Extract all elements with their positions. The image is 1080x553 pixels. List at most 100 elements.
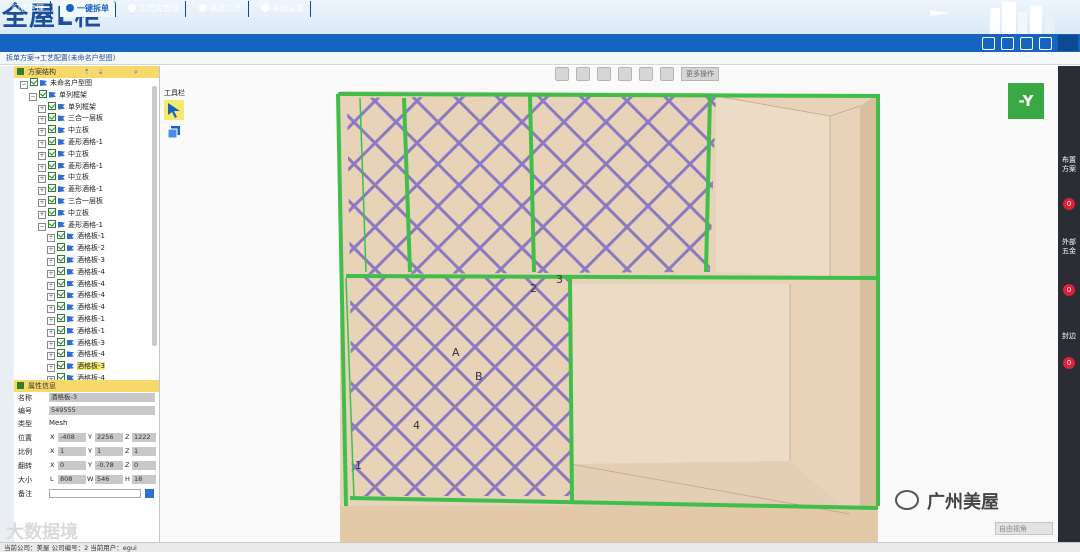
expand-toggle-icon[interactable]: + (47, 352, 55, 361)
tree-checkbox[interactable] (57, 337, 65, 346)
more-ops-dropdown[interactable]: 更多操作 (681, 67, 719, 81)
tree-checkbox[interactable] (48, 148, 56, 157)
tree-row[interactable]: + 三合一层板 (14, 113, 159, 125)
tree-checkbox[interactable] (57, 254, 65, 263)
expand-toggle-icon[interactable]: + (47, 340, 55, 349)
expand-toggle-icon[interactable]: + (38, 139, 46, 148)
expand-toggle-icon[interactable]: + (38, 151, 46, 160)
expand-toggle-icon[interactable]: + (38, 104, 46, 113)
tree-row[interactable]: + 酒格板-4 (14, 372, 159, 380)
tree-row[interactable]: + 中立板 (14, 125, 159, 137)
pos-z-field[interactable]: 1222 (132, 433, 156, 442)
tree-checkbox[interactable] (48, 184, 56, 193)
tree-checkbox[interactable] (39, 89, 47, 98)
document-icon[interactable] (982, 37, 995, 50)
tree-checkbox[interactable] (48, 113, 56, 122)
scale-x-field[interactable]: 1 (58, 447, 86, 456)
tree-row[interactable]: + 中立板 (14, 172, 159, 184)
tree-checkbox[interactable] (57, 349, 65, 358)
save-icon[interactable] (145, 489, 154, 498)
save-view-icon[interactable] (555, 67, 569, 81)
tree-row[interactable]: + 酒格板-3 (14, 361, 159, 373)
record-icon[interactable] (576, 67, 590, 81)
tree-checkbox[interactable] (48, 160, 56, 169)
layer-tool-button[interactable] (166, 124, 182, 140)
tree-row[interactable]: − 菱形酒格-1 (14, 219, 159, 232)
tree-checkbox[interactable] (48, 207, 56, 216)
tree-row[interactable]: + 三合一层板 (14, 195, 159, 208)
tree-row[interactable]: + 酒格板-4 (14, 302, 159, 314)
tree-row[interactable]: + 中立板 (14, 207, 159, 220)
pos-x-field[interactable]: -408 (58, 433, 86, 442)
collapse-icon[interactable]: ⇡ (84, 66, 90, 78)
tab-basic-process[interactable]: 基础工艺 (193, 1, 249, 17)
tree-row[interactable]: + 单列框架 (14, 101, 159, 114)
tree-row[interactable]: + 中立板 (14, 148, 159, 161)
collapse-toggle-icon[interactable]: − (38, 222, 46, 231)
expand-icon[interactable]: ⇣ (98, 66, 104, 78)
tree-row[interactable]: + 酒格板-1 (14, 231, 159, 243)
select-cursor-button[interactable] (164, 100, 184, 120)
expand-toggle-icon[interactable]: + (38, 175, 46, 184)
tree-checkbox[interactable] (57, 361, 65, 370)
note-input[interactable] (49, 489, 141, 498)
tree-checkbox[interactable] (57, 266, 65, 275)
tree-row[interactable]: + 酒格板-1 (14, 325, 159, 338)
tree-checkbox[interactable] (57, 290, 65, 299)
expand-toggle-icon[interactable]: + (47, 364, 55, 373)
tree-checkbox[interactable] (48, 125, 56, 134)
cabinet-3d-render[interactable]: A B 1 2 3 4 (160, 66, 1058, 542)
exit-button[interactable] (1058, 35, 1078, 51)
tree-row[interactable]: + 酒格板-2 (14, 243, 159, 255)
expand-toggle-icon[interactable]: + (47, 246, 55, 255)
tree-row[interactable]: + 酒格板-4 (14, 278, 159, 291)
search-icon[interactable]: ⌕ (134, 66, 138, 78)
tree-row[interactable]: + 菱形酒格-1 (14, 136, 159, 149)
scale-z-field[interactable]: 1 (132, 447, 156, 456)
expand-toggle-icon[interactable]: + (38, 116, 46, 125)
copy-icon[interactable] (618, 67, 632, 81)
calendar-icon[interactable] (1001, 37, 1014, 50)
expand-toggle-icon[interactable]: + (47, 269, 55, 278)
tree-row[interactable]: + 菱形酒格-1 (14, 160, 159, 173)
right-item-edge-label[interactable]: 封边 (1062, 332, 1076, 341)
tree-checkbox[interactable] (57, 313, 65, 322)
tab-store-management[interactable]: 门店管理 (6, 1, 51, 17)
tree-checkbox[interactable] (57, 243, 65, 252)
tab-system-settings[interactable]: 系统设置 (255, 1, 311, 17)
rot-x-field[interactable]: 0 (58, 461, 86, 470)
scale-y-field[interactable]: 1 (95, 447, 123, 456)
expand-toggle-icon[interactable]: + (38, 128, 46, 137)
expand-toggle-icon[interactable]: + (47, 328, 55, 337)
tree-row[interactable]: + 菱形酒格-1 (14, 184, 159, 196)
expand-toggle-icon[interactable]: + (47, 293, 55, 302)
tab-process-library[interactable]: 工艺库管理 (122, 1, 186, 17)
3d-viewport[interactable]: A B 1 2 3 4 (160, 66, 1058, 542)
expand-toggle-icon[interactable]: + (38, 210, 46, 219)
tree-row[interactable]: + 酒格板-1 (14, 313, 159, 326)
view-mode-select[interactable]: 自由视角 (995, 522, 1053, 535)
expand-toggle-icon[interactable]: + (47, 316, 55, 325)
tree-row[interactable]: + 酒格板-4 (14, 349, 159, 361)
tree-checkbox[interactable] (30, 78, 38, 86)
user-icon[interactable] (1020, 37, 1033, 50)
fullscreen-icon[interactable] (639, 67, 653, 81)
tree-checkbox[interactable] (48, 195, 56, 204)
rot-z-field[interactable]: 0 (132, 461, 156, 470)
lightning-icon[interactable] (660, 67, 674, 81)
size-l-field[interactable]: 808 (58, 475, 86, 484)
tree-checkbox[interactable] (57, 325, 65, 334)
tree-checkbox[interactable] (57, 278, 65, 287)
tree-scrollbar[interactable] (152, 86, 157, 346)
gear-icon[interactable] (1039, 37, 1052, 50)
expand-toggle-icon[interactable]: + (38, 163, 46, 172)
view-axis-badge[interactable]: -Y (1008, 83, 1044, 119)
pos-y-field[interactable]: 2256 (95, 433, 123, 442)
tree-row[interactable]: − 单列框架 (14, 89, 159, 102)
tree-checkbox[interactable] (48, 101, 56, 110)
rot-y-field[interactable]: -0.78 (95, 461, 123, 470)
tree-row[interactable]: + 酒格板-4 (14, 266, 159, 279)
expand-toggle-icon[interactable]: + (38, 198, 46, 207)
grid-icon[interactable] (597, 67, 611, 81)
tab-one-click-split[interactable]: 一键拆单 (60, 1, 116, 17)
